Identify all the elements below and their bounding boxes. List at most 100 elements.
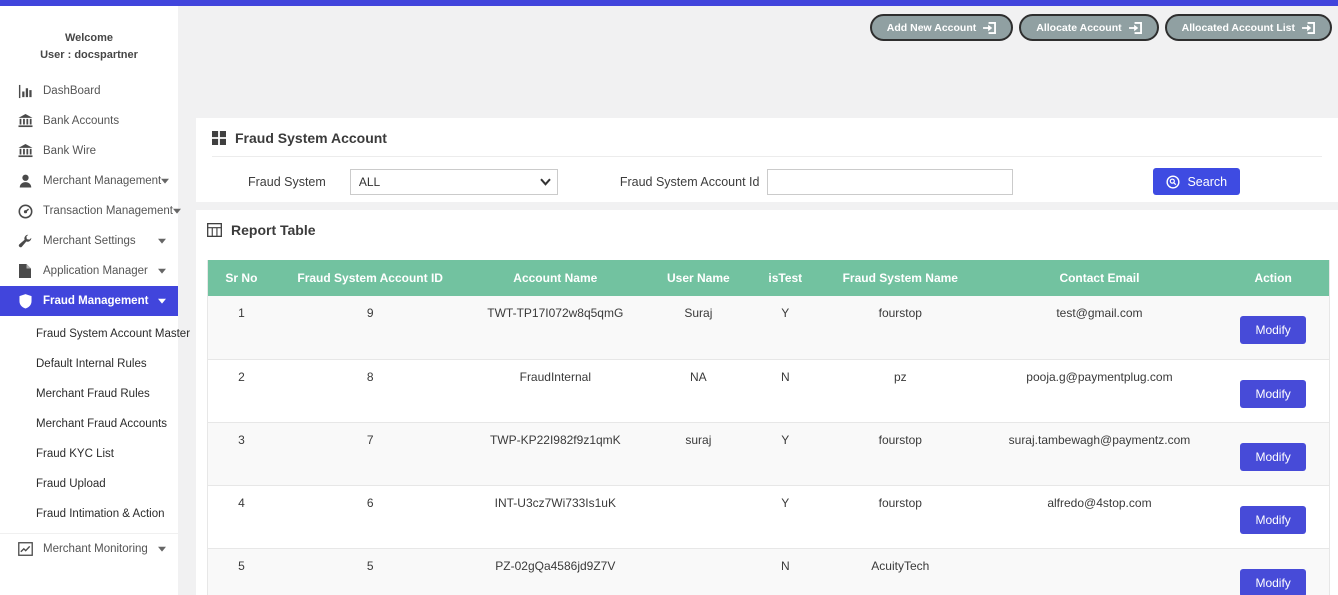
file-icon [16, 264, 34, 278]
sidebar-nav: DashBoard Bank Accounts Bank Wire Merchant … [0, 76, 178, 564]
modify-button[interactable]: Modify [1240, 443, 1305, 471]
column-header-account-name: Account Name [466, 260, 646, 296]
sidebar-item-label: Application Manager [43, 265, 148, 277]
cell-action: Modify [1217, 359, 1329, 422]
column-header-contact-email: Contact Email [982, 260, 1218, 296]
cell-action: Modify [1217, 422, 1329, 485]
add-new-account-button[interactable]: Add New Account [870, 14, 1013, 41]
sidebar-item-label: DashBoard [43, 85, 101, 97]
allocate-account-button[interactable]: Allocate Account [1019, 14, 1158, 41]
modify-button[interactable]: Modify [1240, 506, 1305, 534]
column-header-fraud-system-name: Fraud System Name [819, 260, 982, 296]
caret-down-icon [158, 546, 166, 552]
cell-istest: N [752, 359, 819, 422]
column-header-user-name: User Name [645, 260, 752, 296]
cell-email: pooja.g@paymentplug.com [982, 359, 1218, 422]
cell-sr: 3 [208, 422, 275, 485]
table-header-row: Sr NoFraud System Account IDAccount Name… [208, 260, 1330, 296]
sidebar-subitem-fraud-system-account-master[interactable]: Fraud System Account Master [0, 319, 178, 349]
table-row: 55PZ-02gQa4586jd9Z7VNAcuityTechModify [208, 548, 1330, 595]
cell-email: suraj.tambewagh@paymentz.com [982, 422, 1218, 485]
column-header-sr-no: Sr No [208, 260, 275, 296]
report-table: Sr NoFraud System Account IDAccount Name… [207, 260, 1330, 595]
cell-id: 8 [275, 359, 466, 422]
cell-istest: Y [752, 296, 819, 359]
report-card-header: Report Table [207, 210, 1330, 248]
search-button[interactable]: Search [1153, 168, 1240, 195]
table-row: 19TWT-TP17I072w8q5qmGSurajYfourstoptest@… [208, 296, 1330, 359]
cell-system: fourstop [819, 422, 982, 485]
table-icon [207, 223, 222, 237]
shield-icon [16, 294, 34, 309]
account-id-label: Fraud System Account Id [620, 175, 760, 189]
caret-down-icon [158, 298, 166, 304]
fraud-management-submenu: Fraud System Account MasterDefault Inter… [0, 316, 178, 534]
cell-action: Modify [1217, 296, 1329, 359]
sign-in-icon [1129, 22, 1142, 34]
sidebar-item-label: Merchant Settings [43, 235, 136, 247]
sidebar-item-label: Fraud Management [43, 295, 148, 307]
cell-account: FraudInternal [466, 359, 646, 422]
sidebar-item-fraud-management[interactable]: Fraud Management [0, 286, 178, 316]
sidebar-item-label: Bank Accounts [43, 115, 119, 127]
sidebar-item-merchant-monitoring[interactable]: Merchant Monitoring [0, 534, 178, 564]
caret-down-icon [161, 178, 169, 184]
sidebar-item-application-manager[interactable]: Application Manager [0, 256, 178, 286]
table-row: 46INT-U3cz7Wi733Is1uKYfourstopalfredo@4s… [208, 485, 1330, 548]
cell-account: PZ-02gQa4586jd9Z7V [466, 548, 646, 595]
modify-button[interactable]: Modify [1240, 380, 1305, 408]
fraud-system-account-card: Fraud System Account Fraud System ALL Fr… [196, 118, 1338, 202]
search-icon [1166, 175, 1180, 189]
sidebar-item-dashboard[interactable]: DashBoard [0, 76, 178, 106]
modify-button[interactable]: Modify [1240, 569, 1305, 595]
allocated-account-list-button[interactable]: Allocated Account List [1165, 14, 1332, 41]
sidebar-item-label: Merchant Management [43, 175, 161, 187]
sidebar-item-label: Merchant Monitoring [43, 543, 148, 555]
modify-button[interactable]: Modify [1240, 316, 1305, 344]
speedometer-icon [16, 204, 34, 219]
cell-account: TWT-TP17I072w8q5qmG [466, 296, 646, 359]
cell-system: pz [819, 359, 982, 422]
filter-row: Fraud System ALL Fraud System Account Id… [212, 157, 1322, 195]
main-area: Add New AccountAllocate Account Allocated… [178, 6, 1338, 595]
sidebar-item-bank-wire[interactable]: Bank Wire [0, 136, 178, 166]
cell-user: Suraj [645, 296, 752, 359]
cell-id: 9 [275, 296, 466, 359]
sidebar-item-label: Transaction Management [43, 205, 173, 217]
sidebar-subitem-merchant-fraud-rules[interactable]: Merchant Fraud Rules [0, 379, 178, 409]
cell-user: NA [645, 359, 752, 422]
cell-email [982, 548, 1218, 595]
search-button-label: Search [1187, 175, 1227, 189]
cell-user [645, 548, 752, 595]
sidebar-subitem-fraud-upload[interactable]: Fraud Upload [0, 469, 178, 499]
button-label: Allocated Account List [1182, 22, 1295, 34]
sidebar-item-merchant-settings[interactable]: Merchant Settings [0, 226, 178, 256]
caret-down-icon [173, 208, 181, 214]
sidebar-subitem-merchant-fraud-accounts[interactable]: Merchant Fraud Accounts [0, 409, 178, 439]
column-header-istest: isTest [752, 260, 819, 296]
caret-down-icon [158, 238, 166, 244]
sidebar-subitem-fraud-kyc-list[interactable]: Fraud KYC List [0, 439, 178, 469]
welcome-user: User : docspartner [8, 47, 170, 64]
sidebar: Welcome User : docspartner DashBoard Bank… [0, 6, 178, 595]
column-header-fraud-system-account-id: Fraud System Account ID [275, 260, 466, 296]
cell-istest: Y [752, 485, 819, 548]
topbar-actions: Add New AccountAllocate Account Allocated… [870, 14, 1332, 41]
cell-sr: 4 [208, 485, 275, 548]
sidebar-item-merchant-management[interactable]: Merchant Management [0, 166, 178, 196]
cell-system: fourstop [819, 296, 982, 359]
welcome-block: Welcome User : docspartner [0, 6, 178, 66]
fraud-system-select[interactable]: ALL [350, 169, 558, 195]
line-chart-icon [16, 542, 34, 556]
caret-down-icon [158, 268, 166, 274]
cell-sr: 1 [208, 296, 275, 359]
sidebar-subitem-default-internal-rules[interactable]: Default Internal Rules [0, 349, 178, 379]
th-large-icon [212, 131, 226, 145]
sidebar-item-transaction-management[interactable]: Transaction Management [0, 196, 178, 226]
sidebar-subitem-fraud-intimation-action[interactable]: Fraud Intimation & Action [0, 499, 178, 529]
sidebar-item-bank-accounts[interactable]: Bank Accounts [0, 106, 178, 136]
cell-email: alfredo@4stop.com [982, 485, 1218, 548]
account-id-input[interactable] [767, 169, 1013, 195]
fraud-system-label: Fraud System [248, 175, 326, 189]
table-row: 28FraudInternalNANpzpooja.g@paymentplug.… [208, 359, 1330, 422]
